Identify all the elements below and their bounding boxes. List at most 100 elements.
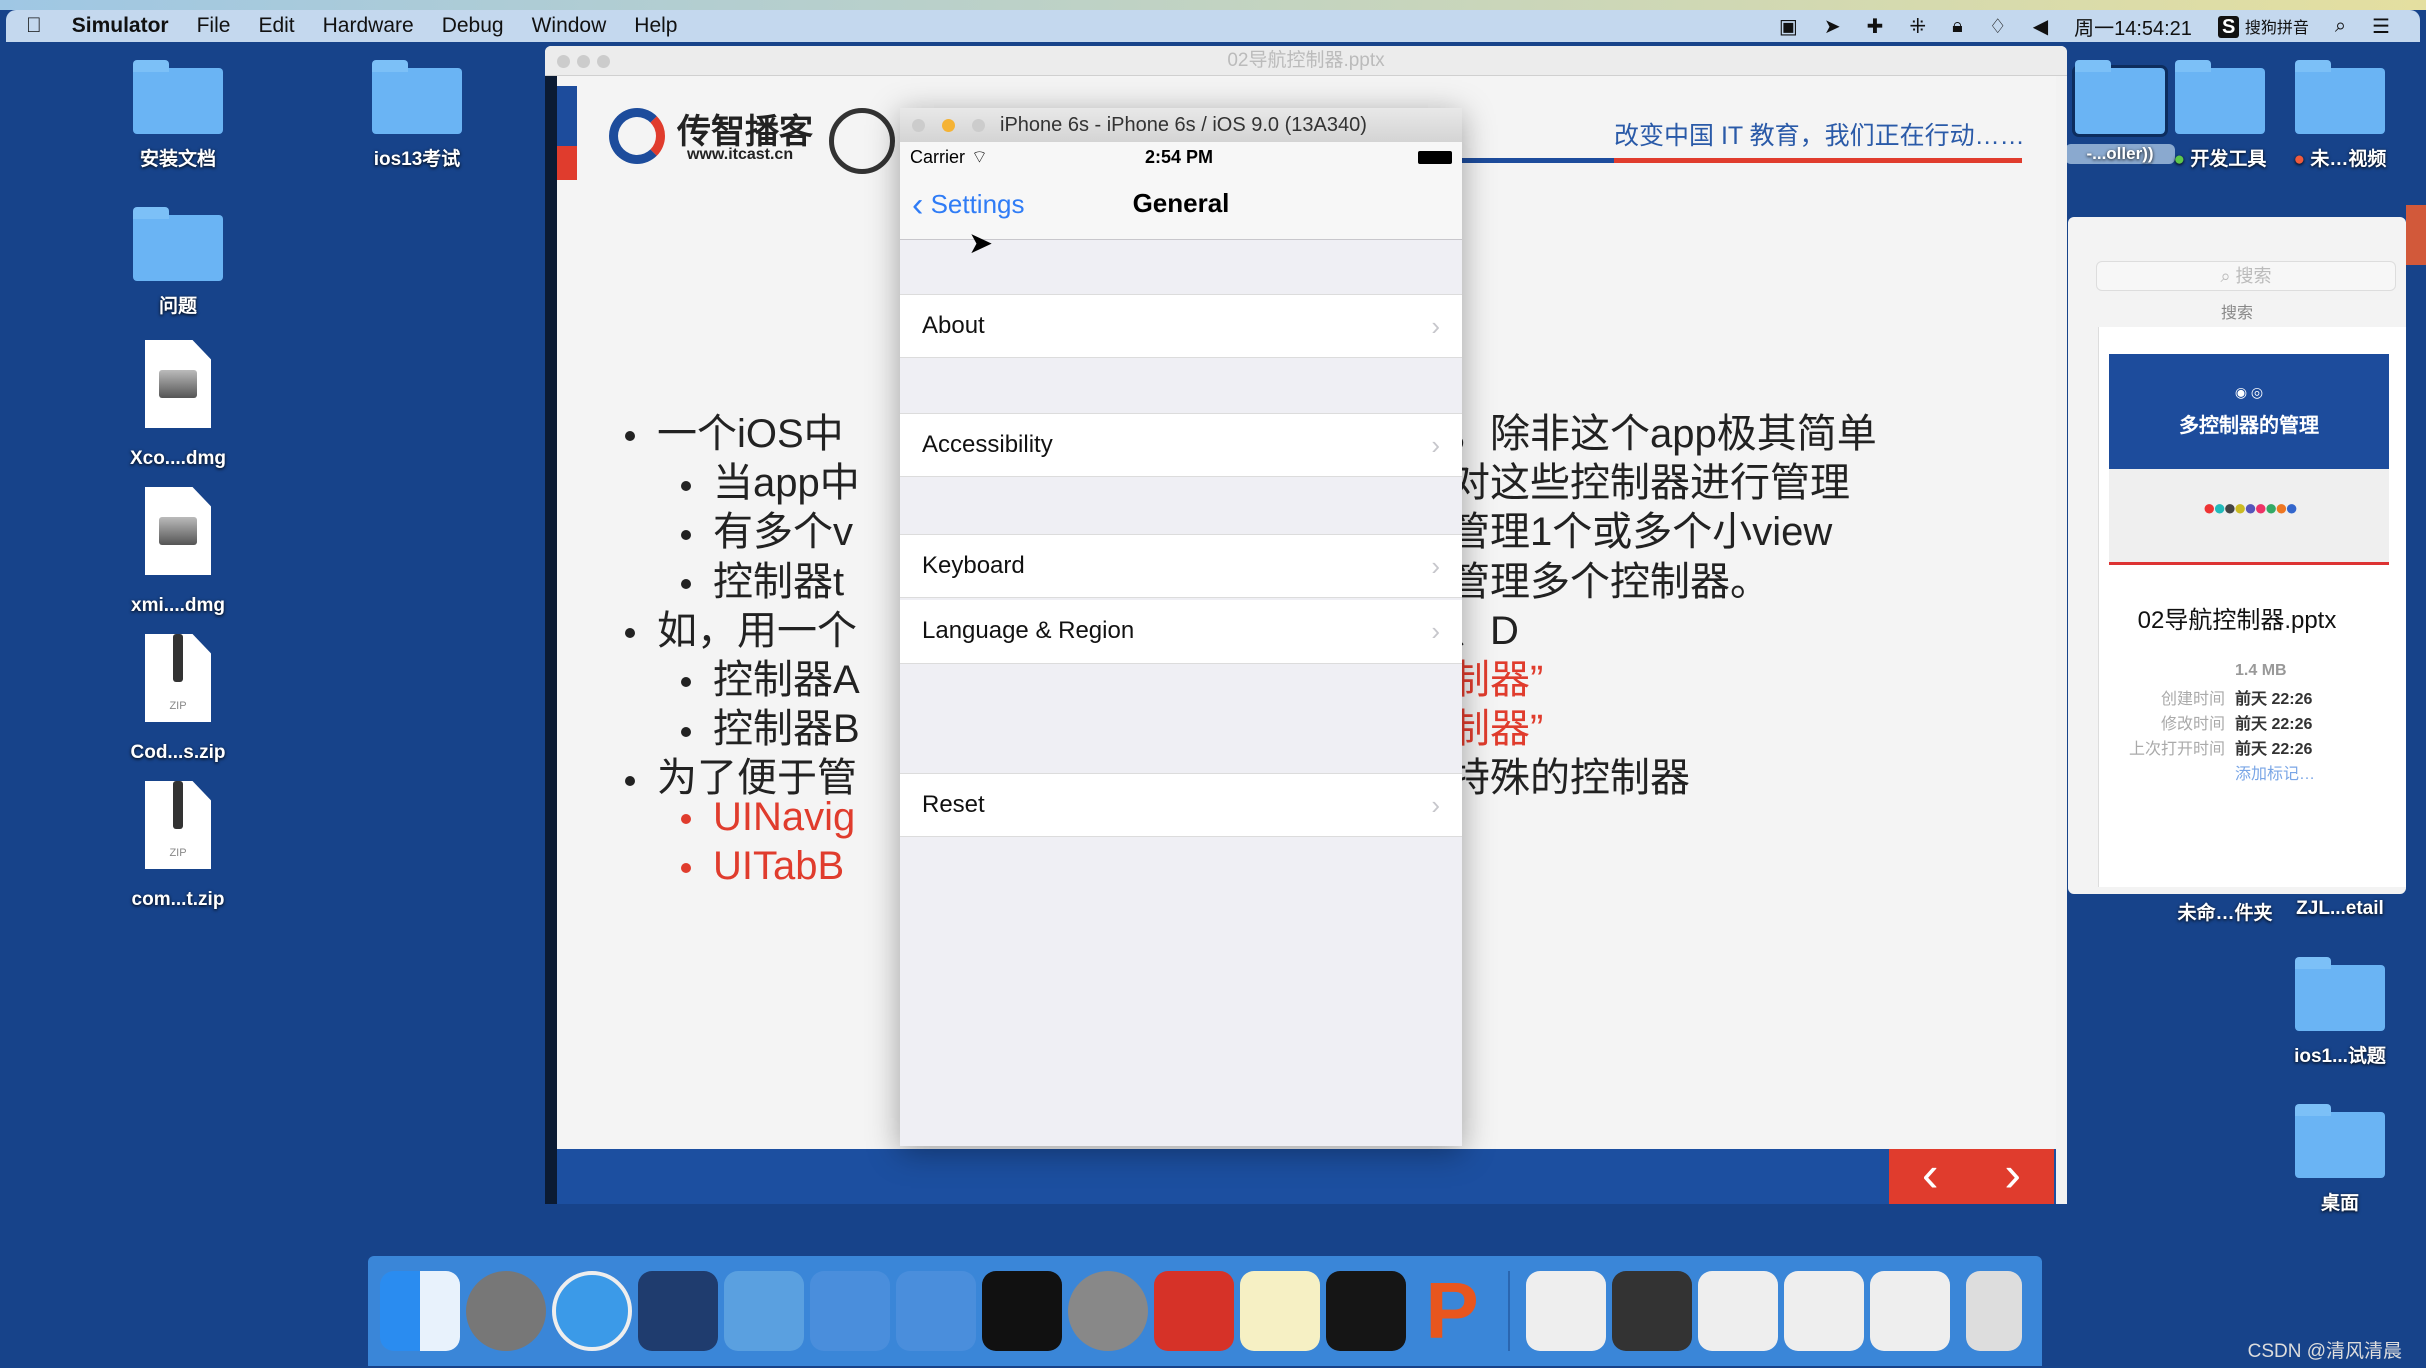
next-slide-button[interactable]: › <box>2004 1149 2021 1204</box>
window-thumbnail-icon[interactable] <box>1698 1271 1778 1351</box>
volume-icon[interactable]: ◀ <box>2033 14 2048 39</box>
chevron-right-icon: › <box>1431 551 1440 581</box>
menu-window[interactable]: Window <box>532 14 607 38</box>
slide-tagline: 改变中国 IT 教育，我们正在行动…… <box>1614 122 2025 150</box>
slide-bullet-continuation: 特殊的控制器 <box>1450 756 1690 801</box>
watermark: CSDN @清风清晨 <box>2247 1341 2402 1362</box>
desktop-icon-label: ios13考试 <box>373 149 461 170</box>
powerpoint-icon[interactable]: P <box>1412 1271 1492 1351</box>
search-input[interactable]: ⌕ 搜索 <box>2096 261 2396 291</box>
clock[interactable]: 周一14:54:21 <box>2074 12 2192 41</box>
close-button[interactable] <box>557 55 570 68</box>
menu-app[interactable]: Simulator <box>72 14 169 38</box>
desktop-label-zjl[interactable]: ZJL...etail <box>2255 898 2425 920</box>
location-icon[interactable]: ➤ <box>1824 14 1841 39</box>
row-language-region[interactable]: Language & Region › <box>900 600 1462 664</box>
xmind-icon[interactable] <box>1154 1271 1234 1351</box>
zip-file-icon: ZIP <box>145 634 211 722</box>
carrier: Carrier <box>910 146 966 167</box>
offscreen-window-edge <box>2406 205 2426 265</box>
add-tag-link[interactable]: 添加标记… <box>2068 762 2406 787</box>
slide-footer <box>557 1149 2056 1204</box>
file-name: 02导航控制器.pptx <box>2137 607 2337 634</box>
mouse-cursor-icon: ➤ <box>968 227 994 260</box>
battery-icon <box>1418 151 1452 164</box>
desktop-icon-label: 安装文档 <box>139 149 216 170</box>
system-preferences-icon[interactable] <box>1068 1271 1148 1351</box>
window-titlebar: 02导航控制器.pptx <box>545 46 2067 76</box>
folder-icon <box>133 60 223 134</box>
slide-bullet: UINavig <box>681 795 855 840</box>
desktop-dmg-icon[interactable]: Xco....dmg <box>93 340 263 470</box>
window-thumbnail-icon[interactable] <box>1612 1271 1692 1351</box>
zoom-button[interactable] <box>597 55 610 68</box>
row-accessibility[interactable]: Accessibility › <box>900 413 1462 477</box>
close-button[interactable] <box>912 119 925 132</box>
clock-logo-icon <box>829 108 895 174</box>
minimize-button[interactable] <box>942 119 955 132</box>
minimize-button[interactable] <box>577 55 590 68</box>
desktop-folder-video[interactable]: ● 未…视频 <box>2255 58 2425 171</box>
menu-help[interactable]: Help <box>634 14 677 38</box>
notes-icon[interactable] <box>1240 1271 1320 1351</box>
desktop-folder-icon[interactable]: ios13考试 <box>332 58 502 171</box>
search-icon: ⌕ <box>2220 266 2231 286</box>
ios-time: 2:54 PM <box>1145 146 1214 167</box>
slide-bullet: UITabB <box>681 844 844 889</box>
launchpad-icon[interactable] <box>466 1271 546 1351</box>
ime-indicator[interactable]: S 搜狗拼音 <box>2217 14 2309 39</box>
folder-icon <box>133 207 223 281</box>
zoom-button[interactable] <box>972 119 985 132</box>
finder-icon[interactable] <box>380 1271 460 1351</box>
safari-icon[interactable] <box>552 1271 632 1351</box>
dock: P <box>368 1256 2042 1366</box>
desktop-zip-icon[interactable]: ZIP com...t.zip <box>93 781 263 911</box>
menu-file[interactable]: File <box>197 14 231 38</box>
desktop-icon-label: Cod...s.zip <box>130 742 226 763</box>
desktop-icon-label: Xco....dmg <box>129 448 227 469</box>
screen-record-icon[interactable]: ▣ <box>1779 14 1798 39</box>
simulator-title: iPhone 6s - iPhone 6s / iOS 9.0 (13A340) <box>1000 114 1367 136</box>
search-label: 搜索 <box>2220 305 2253 322</box>
imovie-icon[interactable] <box>724 1271 804 1351</box>
chevron-right-icon: › <box>1431 311 1440 341</box>
desktop-folder-icon[interactable]: 安装文档 <box>93 58 263 171</box>
prev-slide-button[interactable]: ‹ <box>1922 1149 1939 1204</box>
console-icon[interactable] <box>1326 1271 1406 1351</box>
menu-debug[interactable]: Debug <box>442 14 504 38</box>
desktop-icon-label: xmi....dmg <box>131 595 225 616</box>
window-thumbnail-icon[interactable] <box>1870 1271 1950 1351</box>
chevron-right-icon: › <box>1431 790 1440 820</box>
notification-center-icon[interactable]: ☰ <box>2372 14 2390 39</box>
folder-icon <box>372 60 462 134</box>
window-thumbnail-icon[interactable] <box>1784 1271 1864 1351</box>
finder-preview-panel: ⌕ 搜索 搜索 ◉ ◎ 多控制器的管理 ●●●●●●●●● 02导航控制器.ppt… <box>2068 217 2406 894</box>
nav-title: General <box>1132 188 1230 218</box>
desktop-dmg-icon[interactable]: xmi....dmg <box>93 487 263 617</box>
spotlight-icon[interactable]: ⌕ <box>2335 15 2346 38</box>
row-keyboard[interactable]: Keyboard › <box>900 534 1462 598</box>
xcode-icon[interactable] <box>810 1271 890 1351</box>
logo-url: www.itcast.cn <box>687 146 794 163</box>
desktop-folder-desktop[interactable]: 桌面 <box>2255 1102 2425 1215</box>
menu-hardware[interactable]: Hardware <box>323 14 414 38</box>
row-reset[interactable]: Reset › <box>900 773 1462 837</box>
desktop-folder-icon[interactable]: 问题 <box>93 205 263 318</box>
apple-icon[interactable]:  <box>26 14 42 38</box>
window-title: 02导航控制器.pptx <box>1227 50 1385 71</box>
desktop-zip-icon[interactable]: ZIP Cod...s.zip <box>93 634 263 764</box>
desktop-folder-ios-exam[interactable]: ios1...试题 <box>2255 955 2425 1068</box>
row-about[interactable]: About › <box>900 294 1462 358</box>
zip-file-icon: ZIP <box>145 781 211 869</box>
trash-icon[interactable] <box>1966 1271 2022 1351</box>
lock-icon[interactable]: 🔒︎ <box>1952 15 1963 38</box>
menu-edit[interactable]: Edit <box>258 14 294 38</box>
terminal-icon[interactable] <box>982 1271 1062 1351</box>
plus-tool-icon[interactable]: ✚ <box>1867 14 1884 39</box>
window-thumbnail-icon[interactable] <box>1526 1271 1606 1351</box>
sync-icon[interactable]: ⁜ <box>1909 14 1926 39</box>
mouse-app-icon[interactable] <box>638 1271 718 1351</box>
wifi-icon[interactable]: ♢ <box>1989 14 2007 39</box>
desktop-icon-label: 问题 <box>158 296 197 317</box>
instruments-icon[interactable] <box>896 1271 976 1351</box>
